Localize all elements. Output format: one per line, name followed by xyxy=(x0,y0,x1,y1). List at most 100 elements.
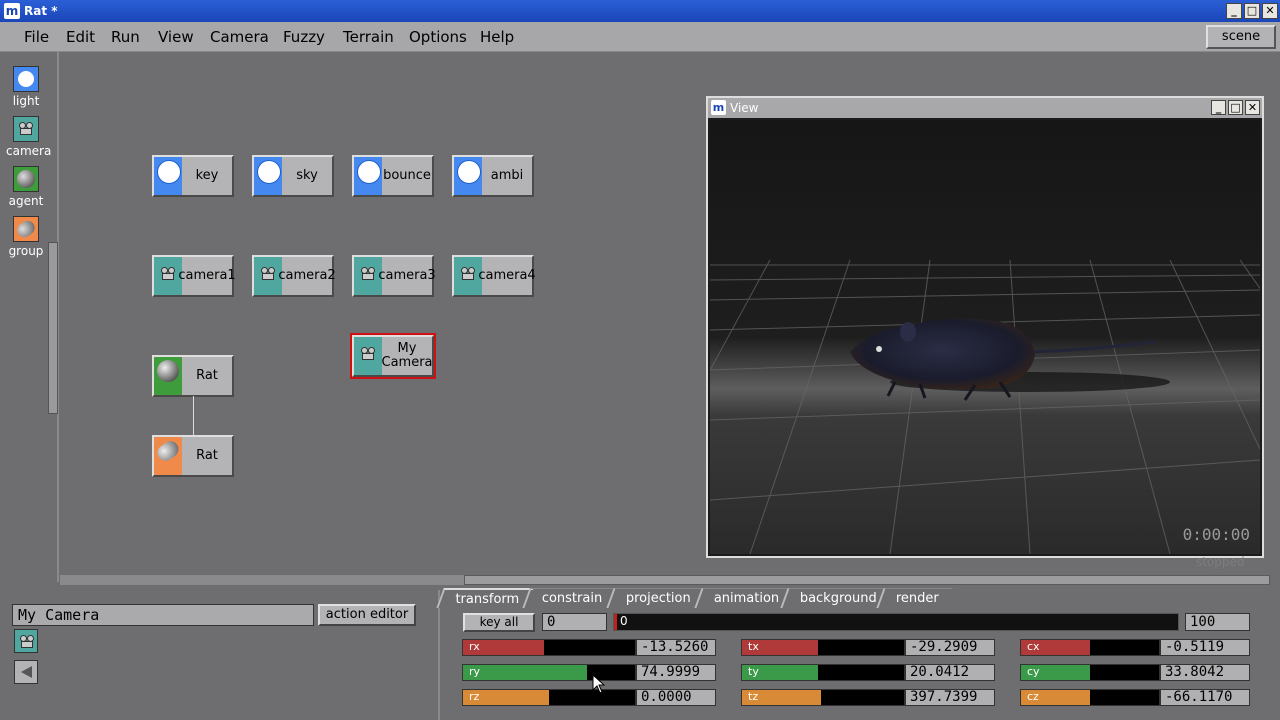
slider-label: cz xyxy=(1027,690,1039,703)
palette-label: light xyxy=(12,94,40,108)
cz-slider[interactable]: cz xyxy=(1020,689,1160,706)
node-light-key[interactable]: key xyxy=(152,155,234,197)
scene-render xyxy=(710,120,1260,554)
group-icon xyxy=(13,216,39,242)
rx-value[interactable]: -13.5260 xyxy=(636,639,716,656)
slider-label: ty xyxy=(748,665,759,678)
menu-options[interactable]: Options xyxy=(409,28,467,46)
slider-fill xyxy=(463,665,587,680)
node-group-rat[interactable]: Rat xyxy=(152,435,234,477)
slider-label: tx xyxy=(748,640,759,653)
tab-background[interactable]: background xyxy=(780,588,891,608)
node-my-camera[interactable]: My Camera xyxy=(350,333,436,379)
minimize-button[interactable]: _ xyxy=(1226,3,1242,19)
palette-label: group xyxy=(8,244,44,258)
agent-sphere-icon xyxy=(154,357,182,395)
node-agent-rat[interactable]: Rat xyxy=(152,355,234,397)
key-all-button[interactable]: key all xyxy=(463,613,535,632)
view-close-button[interactable]: ✕ xyxy=(1245,100,1260,115)
ty-value[interactable]: 20.0412 xyxy=(905,664,995,681)
rz-slider[interactable]: rz xyxy=(462,689,636,706)
node-label: Rat xyxy=(196,368,218,383)
view-minimize-button[interactable]: _ xyxy=(1211,100,1226,115)
object-name-field[interactable]: My Camera xyxy=(12,604,314,626)
node-label: key xyxy=(195,168,219,183)
palette-group[interactable]: group xyxy=(6,216,46,258)
menu-camera[interactable]: Camera xyxy=(210,28,269,46)
light-bulb-icon xyxy=(354,157,382,195)
tab-render[interactable]: render xyxy=(876,588,953,608)
tz-slider[interactable]: tz xyxy=(741,689,905,706)
ty-slider[interactable]: ty xyxy=(741,664,905,681)
light-bulb-icon xyxy=(13,66,39,92)
end-frame-field[interactable]: 100 xyxy=(1185,613,1250,631)
cy-slider[interactable]: cy xyxy=(1020,664,1160,681)
camera-icon xyxy=(354,337,382,375)
tz-value[interactable]: 397.7399 xyxy=(905,689,995,706)
light-bulb-icon xyxy=(254,157,282,195)
menubar: File Edit Run View Camera Fuzzy Terrain … xyxy=(0,22,1280,52)
window-titlebar: m Rat * _ □ ✕ xyxy=(0,0,1280,22)
node-camera1[interactable]: camera1 xyxy=(152,255,236,297)
ry-slider[interactable]: ry xyxy=(462,664,636,681)
cx-value[interactable]: -0.5119 xyxy=(1160,639,1250,656)
scene-button[interactable]: scene xyxy=(1206,25,1276,49)
maximize-button[interactable]: □ xyxy=(1244,3,1260,19)
action-editor-button[interactable]: action editor xyxy=(318,604,416,626)
mouse-pointer-icon xyxy=(592,674,606,694)
rewind-icon[interactable] xyxy=(14,660,38,684)
3d-viewport[interactable]: 0:00:00 xyxy=(710,120,1260,554)
node-label: bounce xyxy=(383,168,431,183)
tab-constrain[interactable]: constrain xyxy=(522,588,617,608)
palette-light[interactable]: light xyxy=(6,66,46,108)
ry-value[interactable]: 74.9999 xyxy=(636,664,716,681)
node-label: camera1 xyxy=(178,268,236,283)
app-logo-icon: m xyxy=(4,3,20,19)
cz-value[interactable]: -66.1170 xyxy=(1160,689,1250,706)
node-label: ambi xyxy=(490,168,524,183)
agent-sphere-icon xyxy=(13,166,39,192)
view-maximize-button[interactable]: □ xyxy=(1228,100,1243,115)
tab-transform[interactable]: transform xyxy=(436,588,534,608)
node-camera2[interactable]: camera2 xyxy=(252,255,336,297)
timeline-slider[interactable]: 0 xyxy=(613,613,1179,631)
node-light-bounce[interactable]: bounce xyxy=(352,155,434,197)
slider-label: cy xyxy=(1027,665,1040,678)
rz-value[interactable]: 0.0000 xyxy=(636,689,716,706)
node-camera3[interactable]: camera3 xyxy=(352,255,436,297)
timecode-display: 0:00:00 xyxy=(1182,525,1250,544)
tx-slider[interactable]: tx xyxy=(741,639,905,656)
panel-divider xyxy=(438,590,440,720)
rx-slider[interactable]: rx xyxy=(462,639,636,656)
menu-view[interactable]: View xyxy=(158,28,194,46)
window-title: Rat * xyxy=(24,4,58,18)
palette-camera[interactable]: camera xyxy=(6,116,51,158)
palette-agent[interactable]: agent xyxy=(6,166,46,208)
vertical-scrollbar-thumb[interactable] xyxy=(48,242,58,414)
camera-icon[interactable] xyxy=(14,629,38,653)
cx-slider[interactable]: cx xyxy=(1020,639,1160,656)
tab-projection[interactable]: projection xyxy=(606,588,705,608)
view-titlebar[interactable]: m View _ □ ✕ xyxy=(708,98,1262,118)
cy-value[interactable]: 33.8042 xyxy=(1160,664,1250,681)
menu-help[interactable]: Help xyxy=(480,28,514,46)
menu-edit[interactable]: Edit xyxy=(66,28,95,46)
close-button[interactable]: ✕ xyxy=(1262,3,1278,19)
horizontal-scrollbar-thumb[interactable] xyxy=(464,575,1270,585)
palette-label: agent xyxy=(8,194,44,208)
node-camera4[interactable]: camera4 xyxy=(452,255,536,297)
node-link xyxy=(193,396,194,436)
horizontal-scrollbar[interactable] xyxy=(60,575,1270,585)
slider-label: cx xyxy=(1027,640,1040,653)
menu-terrain[interactable]: Terrain xyxy=(343,28,394,46)
menu-file[interactable]: File xyxy=(24,28,49,46)
node-palette: light camera agent group xyxy=(0,52,51,592)
current-frame-field[interactable]: 0 xyxy=(542,613,607,631)
node-label: My Camera xyxy=(381,341,433,370)
menu-run[interactable]: Run xyxy=(111,28,140,46)
tx-value[interactable]: -29.2909 xyxy=(905,639,995,656)
node-light-sky[interactable]: sky xyxy=(252,155,334,197)
tab-animation[interactable]: animation xyxy=(694,588,793,608)
node-light-ambi[interactable]: ambi xyxy=(452,155,534,197)
menu-fuzzy[interactable]: Fuzzy xyxy=(283,28,325,46)
